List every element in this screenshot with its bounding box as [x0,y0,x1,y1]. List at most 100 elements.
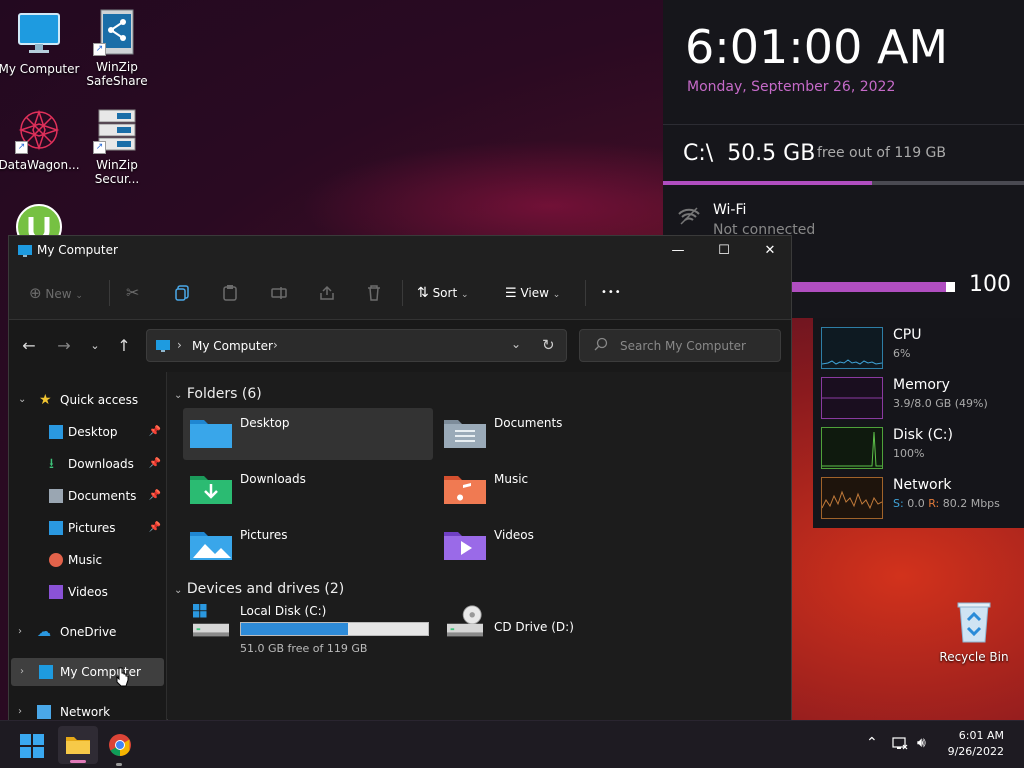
taskbar-clock[interactable]: 6:01 AM 9/26/2022 [944,729,1004,758]
download-icon: ⭳ [49,456,54,472]
title-bar[interactable]: My Computer — ☐ ✕ [9,236,791,266]
nav-pictures[interactable]: Pictures 📌 [9,514,165,542]
nav-onedrive[interactable]: › ☁ OneDrive [9,618,165,646]
breadcrumb-separator: › [177,338,182,352]
desktop-icon-my-computer[interactable]: My Computer [0,10,81,76]
taskbar-date: 9/26/2022 [947,745,1004,758]
nav-my-computer[interactable]: › My Computer [11,658,164,686]
perf-cpu: CPU 6% [821,327,1021,373]
paste-button[interactable] [223,280,237,306]
more-options-button[interactable]: ••• [601,280,622,306]
view-button[interactable]: ☰ View ⌄ [505,280,560,306]
start-button[interactable] [20,734,44,761]
breadcrumb-my-computer[interactable]: My Computer [192,339,273,353]
network-tray-icon[interactable] [892,737,908,754]
file-explorer-taskbar-button[interactable] [58,726,98,764]
trash-icon [368,285,380,301]
sort-button[interactable]: ⇅ Sort ⌄ [417,280,469,306]
pin-icon: 📌 [148,458,161,469]
downloads-folder-icon [190,476,232,504]
pin-icon: 📌 [148,490,161,501]
folder-pictures[interactable]: Pictures [183,520,433,572]
cut-button[interactable]: ✂ [126,280,139,306]
forward-button[interactable]: → [54,336,74,356]
folder-music[interactable]: Music [437,464,687,516]
perf-memory: Memory 3.9/8.0 GB (49%) [821,377,1021,423]
desktop-icon-datawagon[interactable]: ↗ DataWagon... [0,106,81,172]
chevron-down-icon: ⌄ [75,291,83,301]
delete-button[interactable] [367,280,381,306]
close-button[interactable]: ✕ [747,236,793,266]
address-bar[interactable]: › My Computer › ⌄ ↻ [146,329,567,362]
nav-desktop[interactable]: Desktop 📌 [9,418,165,446]
drive-cd-d[interactable]: CD Drive (D:) [437,600,687,660]
volume-value: 100 [969,272,1011,297]
show-hidden-icons-button[interactable]: ⌃ [866,735,878,751]
datawagon-icon: ↗ [15,106,63,154]
plus-circle-icon: ⊕ [29,284,42,302]
utorrent-desktop-icon[interactable] [15,203,63,235]
volume-slider[interactable] [783,282,955,292]
nav-downloads[interactable]: ⭳ Downloads 📌 [9,450,165,478]
shortcut-arrow-icon: ↗ [93,43,106,56]
nav-documents[interactable]: Documents 📌 [9,482,165,510]
explorer-window: My Computer — ☐ ✕ ⊕ New ⌄ ✂ ⇅ Sort ⌄ ☰ V… [8,235,792,720]
address-row: ← → ⌄ ↑ › My Computer › ⌄ ↻ Search My Co… [9,320,791,372]
rename-button[interactable] [271,280,287,306]
disk-value: 100% [893,447,925,460]
back-button[interactable]: ← [19,336,39,356]
pictures-icon [49,521,63,535]
share-button[interactable] [319,280,335,306]
search-box[interactable]: Search My Computer [579,329,781,362]
widget-disk-free: C:\ 50.5 GB [683,141,816,166]
chrome-taskbar-button[interactable] [108,733,132,766]
cpu-label: CPU [893,327,922,343]
up-button[interactable]: ↑ [114,336,134,356]
desktop-icon-recycle-bin[interactable]: Recycle Bin [932,598,1016,664]
cpu-graph [821,327,883,369]
desktop-icon-winzip-safeshare[interactable]: ↗ WinZip SafeShare [75,8,159,88]
my-computer-icon [155,338,171,357]
desktop-icon-winzip-secure[interactable]: ↗ WinZip Secur... [75,106,159,186]
rename-icon [271,287,287,299]
desktop-folder-icon [190,420,232,448]
address-dropdown-icon[interactable]: ⌄ [511,337,521,351]
performance-panel: CPU 6% Memory 3.9/8.0 GB (49%) Disk (C:)… [813,318,1024,528]
folder-desktop[interactable]: Desktop [183,408,433,460]
widget-clock: 6:01:00 AM [685,20,949,74]
volume-slider-fill [783,282,947,292]
copy-button[interactable] [175,280,189,306]
refresh-icon[interactable]: ↻ [542,336,555,354]
desktop-icon-label: DataWagon... [0,158,80,172]
folder-downloads[interactable]: Downloads [183,464,433,516]
star-icon: ★ [39,392,52,408]
folder-videos[interactable]: Videos [437,520,687,572]
documents-folder-icon [444,420,486,448]
folder-documents[interactable]: Documents [437,408,687,460]
new-button[interactable]: ⊕ New ⌄ [29,280,83,306]
nav-quick-access[interactable]: ⌄ ★ Quick access [9,386,165,414]
recent-locations-button[interactable]: ⌄ [85,336,105,356]
winzip-secure-icon: ↗ [93,106,141,154]
documents-icon [49,489,63,503]
maximize-button[interactable]: ☐ [701,236,747,266]
cd-drive-icon [447,605,483,637]
cpu-value: 6% [893,347,911,360]
music-icon [49,553,63,567]
breadcrumb-chevron[interactable]: › [273,338,278,352]
mouse-cursor-icon [115,666,129,691]
videos-folder-icon [444,532,486,560]
minimize-button[interactable]: — [655,236,701,266]
nav-music[interactable]: Music [9,546,165,574]
nav-videos[interactable]: Videos [9,578,165,606]
folders-group-header[interactable]: ⌄ Folders (6) [174,386,262,402]
widget-disk: C:\ 50.5 GB free out of 119 GB [663,124,1024,184]
network-icon [37,705,51,719]
widget-wifi: Wi-Fi Not connected [663,190,1024,240]
drive-local-disk-c[interactable]: Local Disk (C:) 51.0 GB free of 119 GB [183,600,433,660]
volume-tray-icon[interactable]: 🔊︎ [917,735,926,751]
content-pane: ⌄ Folders (6) Desktop Documents Download… [168,372,791,720]
memory-value: 3.9/8.0 GB (49%) [893,397,988,410]
desktop-icon-label: Recycle Bin [939,650,1009,664]
drives-group-header[interactable]: ⌄ Devices and drives (2) [174,581,344,597]
